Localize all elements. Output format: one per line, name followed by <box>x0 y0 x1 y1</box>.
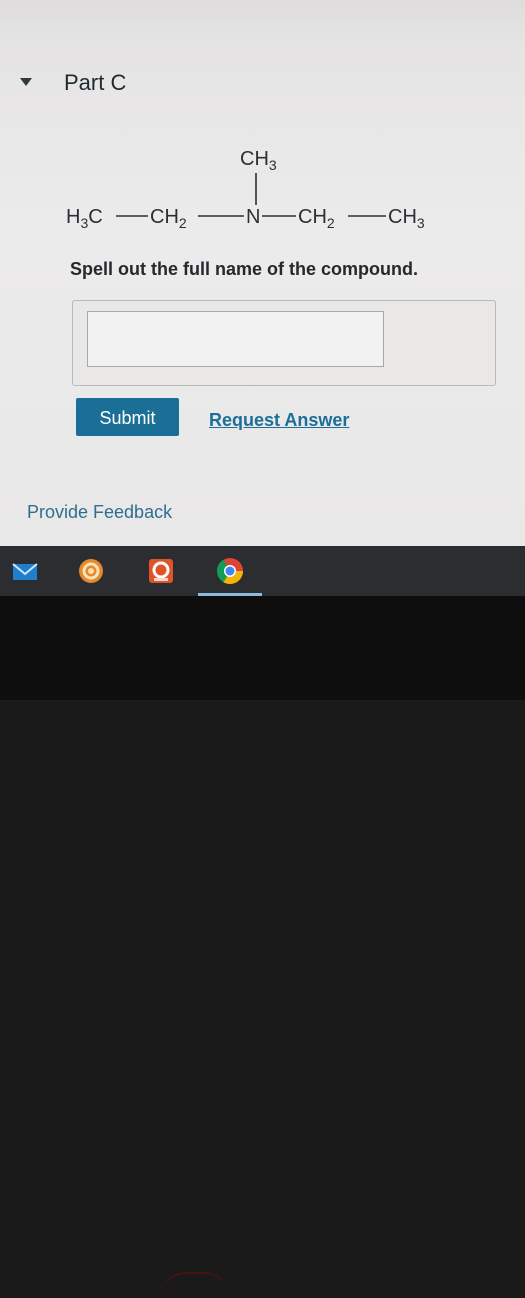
question-prompt: Spell out the full name of the compound. <box>70 259 418 279</box>
structure-top-group: CH3 <box>240 148 277 173</box>
chemical-structure: CH3 H3C CH2 N CH2 CH3 <box>66 148 425 231</box>
request-answer-link[interactable]: Request Answer <box>209 410 349 431</box>
answer-panel <box>72 300 496 386</box>
chain-atom-n: N <box>246 206 260 228</box>
chain-group-2: CH2 <box>150 206 187 231</box>
monitor-bezel <box>0 596 525 1274</box>
chain-group-4: CH2 <box>298 206 335 231</box>
answer-input[interactable] <box>87 311 384 367</box>
mail-icon[interactable] <box>10 556 40 586</box>
collapse-caret-icon[interactable] <box>20 78 32 86</box>
settings-app-icon[interactable] <box>76 556 106 586</box>
part-title: Part C <box>64 70 127 95</box>
provide-feedback-link[interactable]: Provide Feedback <box>27 502 172 523</box>
submit-button[interactable]: Submit <box>76 398 179 436</box>
chain-group-5: CH3 <box>388 206 425 231</box>
bezel-reflection <box>160 1272 230 1298</box>
browser-content: Part C CH3 H3C CH2 N CH2 CH3 Spell out t… <box>0 0 525 555</box>
office-app-icon[interactable] <box>146 556 176 586</box>
chrome-icon[interactable] <box>215 556 245 586</box>
page-top-area <box>0 0 525 50</box>
taskbar <box>0 546 525 596</box>
chain-group-1: H3C <box>66 206 103 231</box>
